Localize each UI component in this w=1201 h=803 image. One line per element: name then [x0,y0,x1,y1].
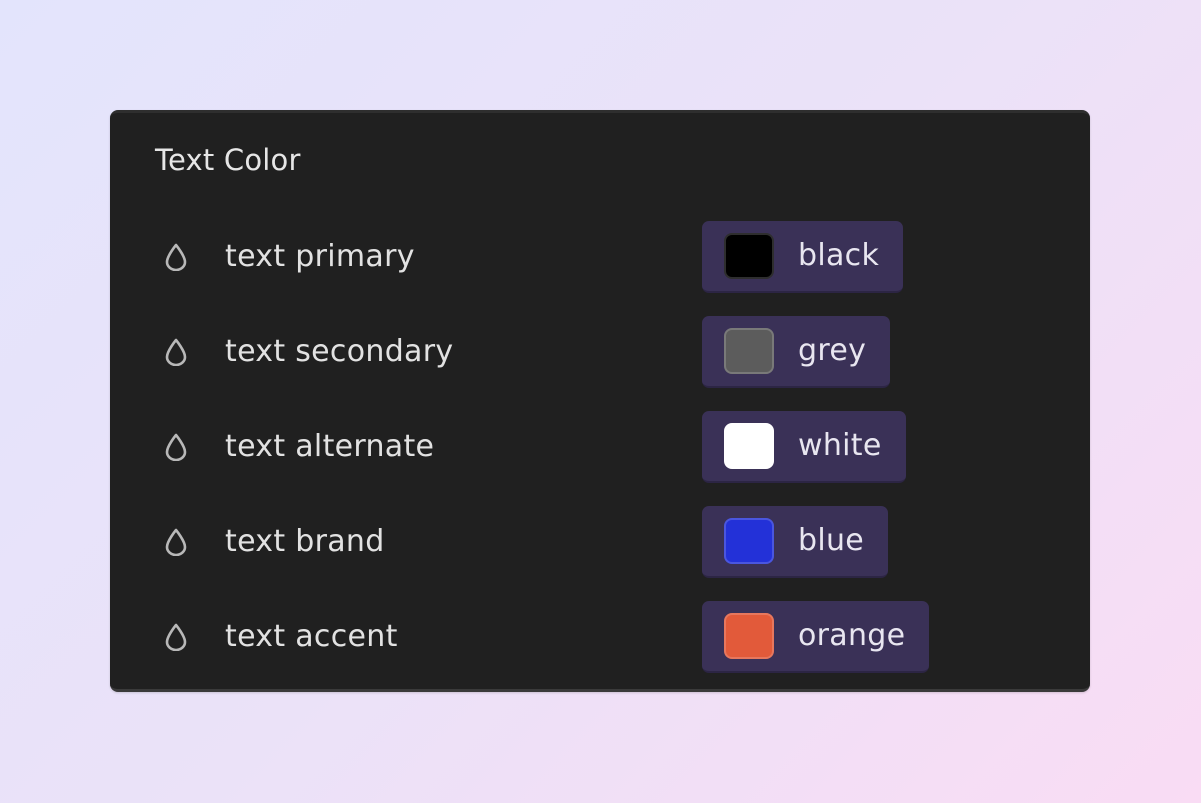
color-token-row[interactable]: text secondary grey [110,316,1090,388]
color-value: orange [798,618,906,653]
token-label: text primary [225,239,415,274]
color-token-row[interactable]: text accent orange [110,601,1090,673]
color-swatch [724,518,774,564]
droplet-icon [165,528,187,556]
color-value: blue [798,523,865,558]
color-swatch [724,233,774,279]
color-value: black [798,238,880,273]
color-value: grey [798,333,867,368]
token-label: text brand [225,524,385,559]
droplet-icon [165,338,187,366]
color-token-row[interactable]: text brand blue [110,506,1090,578]
color-token-row[interactable]: text alternate white [110,411,1090,483]
droplet-icon [165,623,187,651]
color-value-chip[interactable]: blue [702,506,889,578]
color-value-chip[interactable]: white [702,411,906,483]
color-swatch [724,328,774,374]
color-swatch [724,613,774,659]
color-value: white [798,428,882,463]
token-label: text alternate [225,429,435,464]
color-value-chip[interactable]: orange [702,601,930,673]
panel-title: Text Color [155,143,301,177]
token-label: text accent [225,619,398,654]
token-label: text secondary [225,334,454,369]
droplet-icon [165,433,187,461]
color-value-chip[interactable]: black [702,221,904,293]
droplet-icon [165,243,187,271]
color-token-row[interactable]: text primary black [110,221,1090,293]
color-swatch [724,423,774,469]
text-color-panel: Text Color text primary black text secon… [110,110,1090,692]
color-value-chip[interactable]: grey [702,316,891,388]
